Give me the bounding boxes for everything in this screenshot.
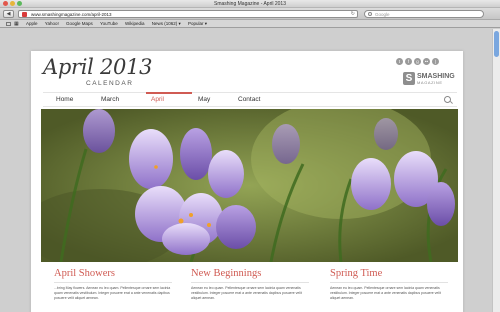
facebook-icon[interactable]: f <box>405 58 412 65</box>
nav-search-icon[interactable] <box>444 96 451 103</box>
smashing-magazine-logo[interactable]: S SMASHING MAGAZINE <box>403 72 463 86</box>
main-navigation: Home March April May Contact <box>43 92 457 107</box>
page-card: April 2013 CALENDAR t f g ••) S SMASHING MA… <box>31 51 463 312</box>
nav-contact[interactable]: Contact <box>238 96 260 103</box>
nav-may[interactable]: May <box>198 96 210 103</box>
site-favicon-icon <box>22 12 27 17</box>
nav-march[interactable]: March <box>101 96 119 103</box>
logo-word: SMASHING <box>417 73 455 80</box>
page-viewport: April 2013 CALENDAR t f g ••) S SMASHING MA… <box>0 29 492 312</box>
page-subtitle: CALENDAR <box>86 80 134 87</box>
zoom-window-button[interactable] <box>17 1 22 6</box>
smashing-s-icon: S <box>403 72 415 85</box>
top-sites-icon[interactable]: ▦ <box>14 21 19 27</box>
article-spring-time: Spring Time Aenean eu leo quam. Pellente… <box>330 268 448 301</box>
browser-toolbar: ◀ www.smashingmagazine.com/april-2013 ↻ … <box>0 8 500 20</box>
logo-subword: MAGAZINE <box>417 80 443 85</box>
article-title[interactable]: New Beginnings <box>191 268 309 279</box>
bookmarks-bar: ▦ Apple Yahoo! Google Maps YouTube Wikip… <box>0 20 500 28</box>
bookmark-google-maps[interactable]: Google Maps <box>66 21 93 26</box>
page-title: April 2013 <box>43 55 153 79</box>
article-title[interactable]: Spring Time <box>330 268 448 279</box>
back-button[interactable]: ◀ <box>3 10 14 18</box>
article-new-beginnings: New Beginnings Aenean eu leo quam. Pelle… <box>191 268 309 301</box>
reload-icon[interactable]: ↻ <box>351 11 355 18</box>
url-text: www.smashingmagazine.com/april-2013 <box>31 12 112 17</box>
nav-april[interactable]: April <box>151 96 164 103</box>
article-april-showers: April Showers ...bring May flowers. Aene… <box>54 268 172 301</box>
window-titlebar: Smashing Magazine - April 2013 <box>0 0 500 8</box>
nav-home[interactable]: Home <box>56 96 73 103</box>
crocus-flowers-photo <box>41 109 458 262</box>
article-body: ...bring May flowers. Aenean eu leo quam… <box>54 286 171 300</box>
article-divider <box>54 282 172 283</box>
article-title[interactable]: April Showers <box>54 268 172 279</box>
article-divider <box>330 282 448 283</box>
bookmark-wikipedia[interactable]: Wikipedia <box>125 21 145 26</box>
bookmark-popular[interactable]: Popular ▾ <box>188 21 207 26</box>
address-bar[interactable]: www.smashingmagazine.com/april-2013 ↻ <box>18 10 358 18</box>
bookmarks-icon[interactable] <box>6 21 11 26</box>
rss-icon[interactable]: ) <box>432 58 439 65</box>
article-body: Aenean eu leo quam. Pellentesque ornare … <box>330 286 441 300</box>
active-nav-indicator <box>146 92 192 94</box>
bookmark-youtube[interactable]: YouTube <box>100 21 118 26</box>
twitter-icon[interactable]: t <box>396 58 403 65</box>
search-field[interactable]: Google <box>364 10 484 18</box>
vertical-scrollbar[interactable] <box>492 29 500 312</box>
google-plus-icon[interactable]: g <box>414 58 421 65</box>
bookmark-yahoo[interactable]: Yahoo! <box>45 21 59 26</box>
search-placeholder: Google <box>375 12 390 17</box>
close-window-button[interactable] <box>3 1 8 6</box>
search-icon <box>368 12 372 16</box>
scrollbar-thumb[interactable] <box>494 31 499 57</box>
flickr-icon[interactable]: •• <box>423 58 430 65</box>
bookmark-apple[interactable]: Apple <box>26 21 38 26</box>
article-body: Aenean eu leo quam. Pellentesque ornare … <box>191 286 302 300</box>
article-divider <box>191 282 309 283</box>
wallpaper-image[interactable]: M T W T F S S 1 2 3 4 5 6 7 8 9 10 11 12… <box>41 109 458 262</box>
bookmark-news[interactable]: News (1062) ▾ <box>152 21 181 26</box>
window-title: Smashing Magazine - April 2013 <box>214 1 286 7</box>
minimize-window-button[interactable] <box>10 1 15 6</box>
